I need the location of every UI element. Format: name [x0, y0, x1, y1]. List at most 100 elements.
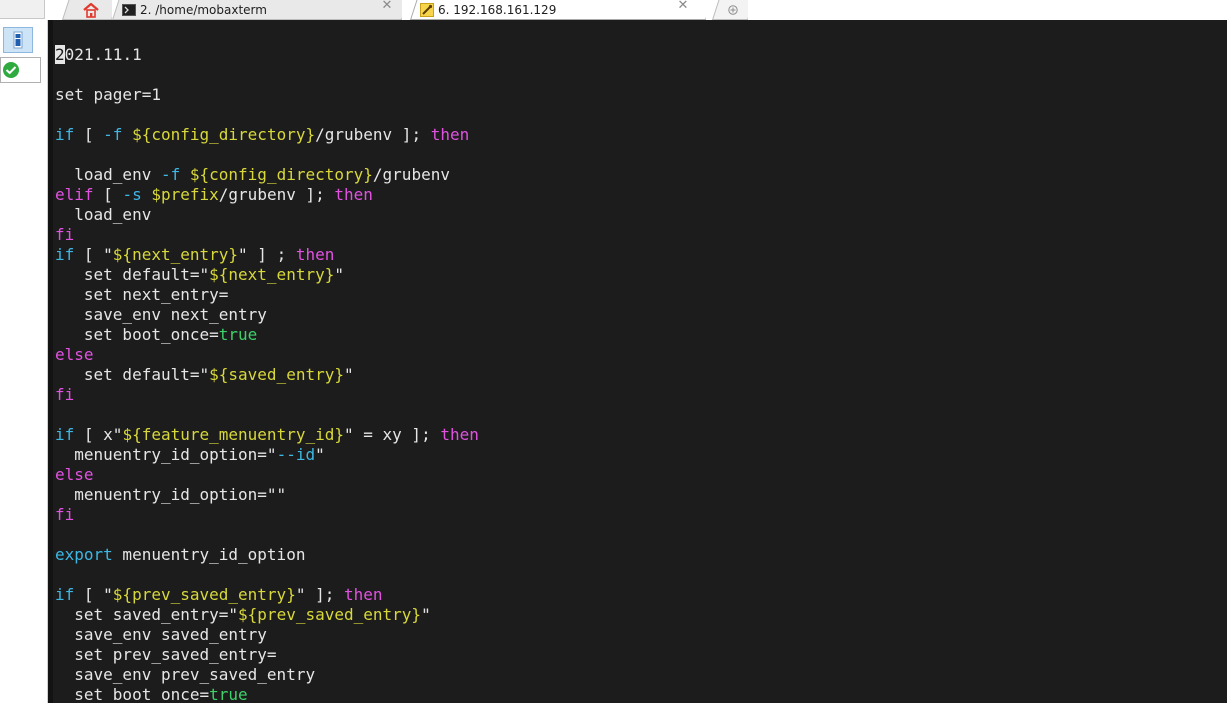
- terminal-token: " = xy ];: [344, 425, 441, 444]
- terminal-line: set saved_entry="${prev_saved_entry}": [55, 605, 479, 625]
- terminal-token: set next_entry=: [55, 285, 229, 304]
- terminal-token: ${next_entry}: [209, 265, 335, 284]
- terminal-token: /grubenv ];: [218, 185, 335, 204]
- terminal-token: set default=": [55, 265, 210, 284]
- terminal-token: set boot_once=: [55, 685, 210, 703]
- tab-mobaxterm[interactable]: 2. /home/mobaxterm ✕: [112, 0, 402, 20]
- terminal-token: if: [55, 125, 75, 144]
- terminal-token: if: [55, 245, 75, 264]
- terminal-token: true: [218, 325, 258, 344]
- terminal-view[interactable]: 2021.11.1 set pager=1 if [ -f ${config_dir…: [48, 20, 1227, 703]
- terminal-line: load_env -f ${config_directory}/grubenv: [55, 165, 479, 185]
- terminal-line: set default="${saved_entry}": [55, 365, 479, 385]
- terminal-token: ": [343, 365, 354, 384]
- terminal-token: [ ": [74, 245, 113, 264]
- terminal-line: set boot_once=true: [55, 685, 479, 703]
- terminal-token: ": [334, 265, 344, 284]
- home-icon: [83, 2, 99, 18]
- terminal-line: set boot_once=true: [55, 325, 479, 345]
- terminal-gutter: [48, 20, 53, 703]
- terminal-cursor: 2: [55, 45, 65, 64]
- tab-label: 2. /home/mobaxterm: [140, 3, 267, 17]
- terminal-token: else: [55, 345, 94, 364]
- terminal-icon: [122, 4, 136, 16]
- terminal-token: set pager=1: [55, 85, 161, 104]
- terminal-token: save_env prev_saved_entry: [55, 665, 316, 684]
- terminal-line: save_env saved_entry: [55, 625, 479, 645]
- terminal-token: fi: [55, 385, 75, 404]
- new-tab-icon: [728, 5, 738, 15]
- terminal-line: if [ "${next_entry}" ] ; then: [55, 245, 479, 265]
- terminal-line: else: [55, 465, 479, 485]
- sidebar-session-panel-button[interactable]: [3, 27, 33, 53]
- terminal-line: load_env: [55, 205, 479, 225]
- terminal-token: -f: [160, 165, 181, 184]
- terminal-token: /grubenv: [372, 165, 450, 184]
- terminal-line: if [ "${prev_saved_entry}" ]; then: [55, 585, 479, 605]
- terminal-line: fi: [55, 225, 479, 245]
- terminal-token: if: [55, 425, 75, 444]
- terminal-line: else: [55, 345, 479, 365]
- tab-ssh-session[interactable]: 6. 192.168.161.129 ✕: [410, 0, 706, 20]
- terminal-line: menuentry_id_option="--id": [55, 445, 479, 465]
- terminal-output: 2021.11.1 set pager=1 if [ -f ${config_dir…: [55, 45, 479, 703]
- tab-home[interactable]: [62, 0, 112, 20]
- close-tab-icon[interactable]: ✕: [380, 0, 394, 14]
- terminal-token: [: [93, 185, 123, 204]
- terminal-token: set saved_entry=": [55, 605, 239, 624]
- terminal-token: if: [55, 585, 75, 604]
- terminal-token: then: [334, 185, 373, 204]
- terminal-token: -s: [122, 185, 142, 204]
- terminal-token: save_env saved_entry: [55, 625, 267, 644]
- terminal-token: then: [295, 245, 335, 264]
- terminal-token: /grubenv ];: [315, 125, 431, 144]
- terminal-token: set default=": [55, 365, 210, 384]
- new-tab-button[interactable]: [712, 0, 748, 20]
- terminal-token: menuentry_id_option=": [55, 445, 277, 464]
- sidebar-status-button[interactable]: [0, 57, 41, 83]
- terminal-token: export: [55, 545, 113, 564]
- terminal-token: then: [344, 585, 383, 604]
- terminal-token: $prefix: [151, 185, 219, 204]
- terminal-line: export menuentry_id_option: [55, 545, 479, 565]
- terminal-token: fi: [55, 505, 75, 524]
- ssh-session-icon: [420, 3, 434, 17]
- terminal-token: ${next_entry}: [112, 245, 239, 264]
- terminal-token: -f: [103, 125, 123, 144]
- terminal-line: fi: [55, 385, 479, 405]
- terminal-token: elif: [55, 185, 94, 204]
- terminal-token: " ];: [295, 585, 344, 604]
- terminal-token: ${saved_entry}: [209, 365, 344, 384]
- terminal-token: load_env: [55, 205, 152, 224]
- tab-bar: 2. /home/mobaxterm ✕ 6. 192.168.161.129 …: [0, 0, 1227, 20]
- terminal-token: ${feature_menuentry_id}: [122, 425, 344, 444]
- terminal-token: ": [315, 445, 325, 464]
- terminal-token: load_env: [55, 165, 161, 184]
- terminal-token: save_env next_entry: [55, 305, 267, 324]
- terminal-line: set prev_saved_entry=: [55, 645, 479, 665]
- left-sidebar: [0, 20, 48, 703]
- close-tab-icon[interactable]: ✕: [676, 0, 690, 14]
- terminal-token: fi: [55, 225, 75, 244]
- terminal-token: ${prev_saved_entry}: [238, 605, 422, 624]
- terminal-token: else: [55, 465, 94, 484]
- terminal-line: set default="${next_entry}": [55, 265, 479, 285]
- terminal-token: ${config_directory}: [132, 125, 316, 144]
- terminal-line: save_env next_entry: [55, 305, 479, 325]
- check-circle-icon: [3, 62, 19, 78]
- session-panel-icon: [13, 31, 23, 49]
- terminal-line: elif [ -s $prefix/grubenv ]; then: [55, 185, 479, 205]
- tab-bar-left-panel: [0, 0, 45, 19]
- terminal-token: then: [430, 125, 470, 144]
- terminal-token: true: [209, 685, 248, 703]
- terminal-line: if [ -f ${config_directory}/grubenv ]; t…: [55, 125, 479, 145]
